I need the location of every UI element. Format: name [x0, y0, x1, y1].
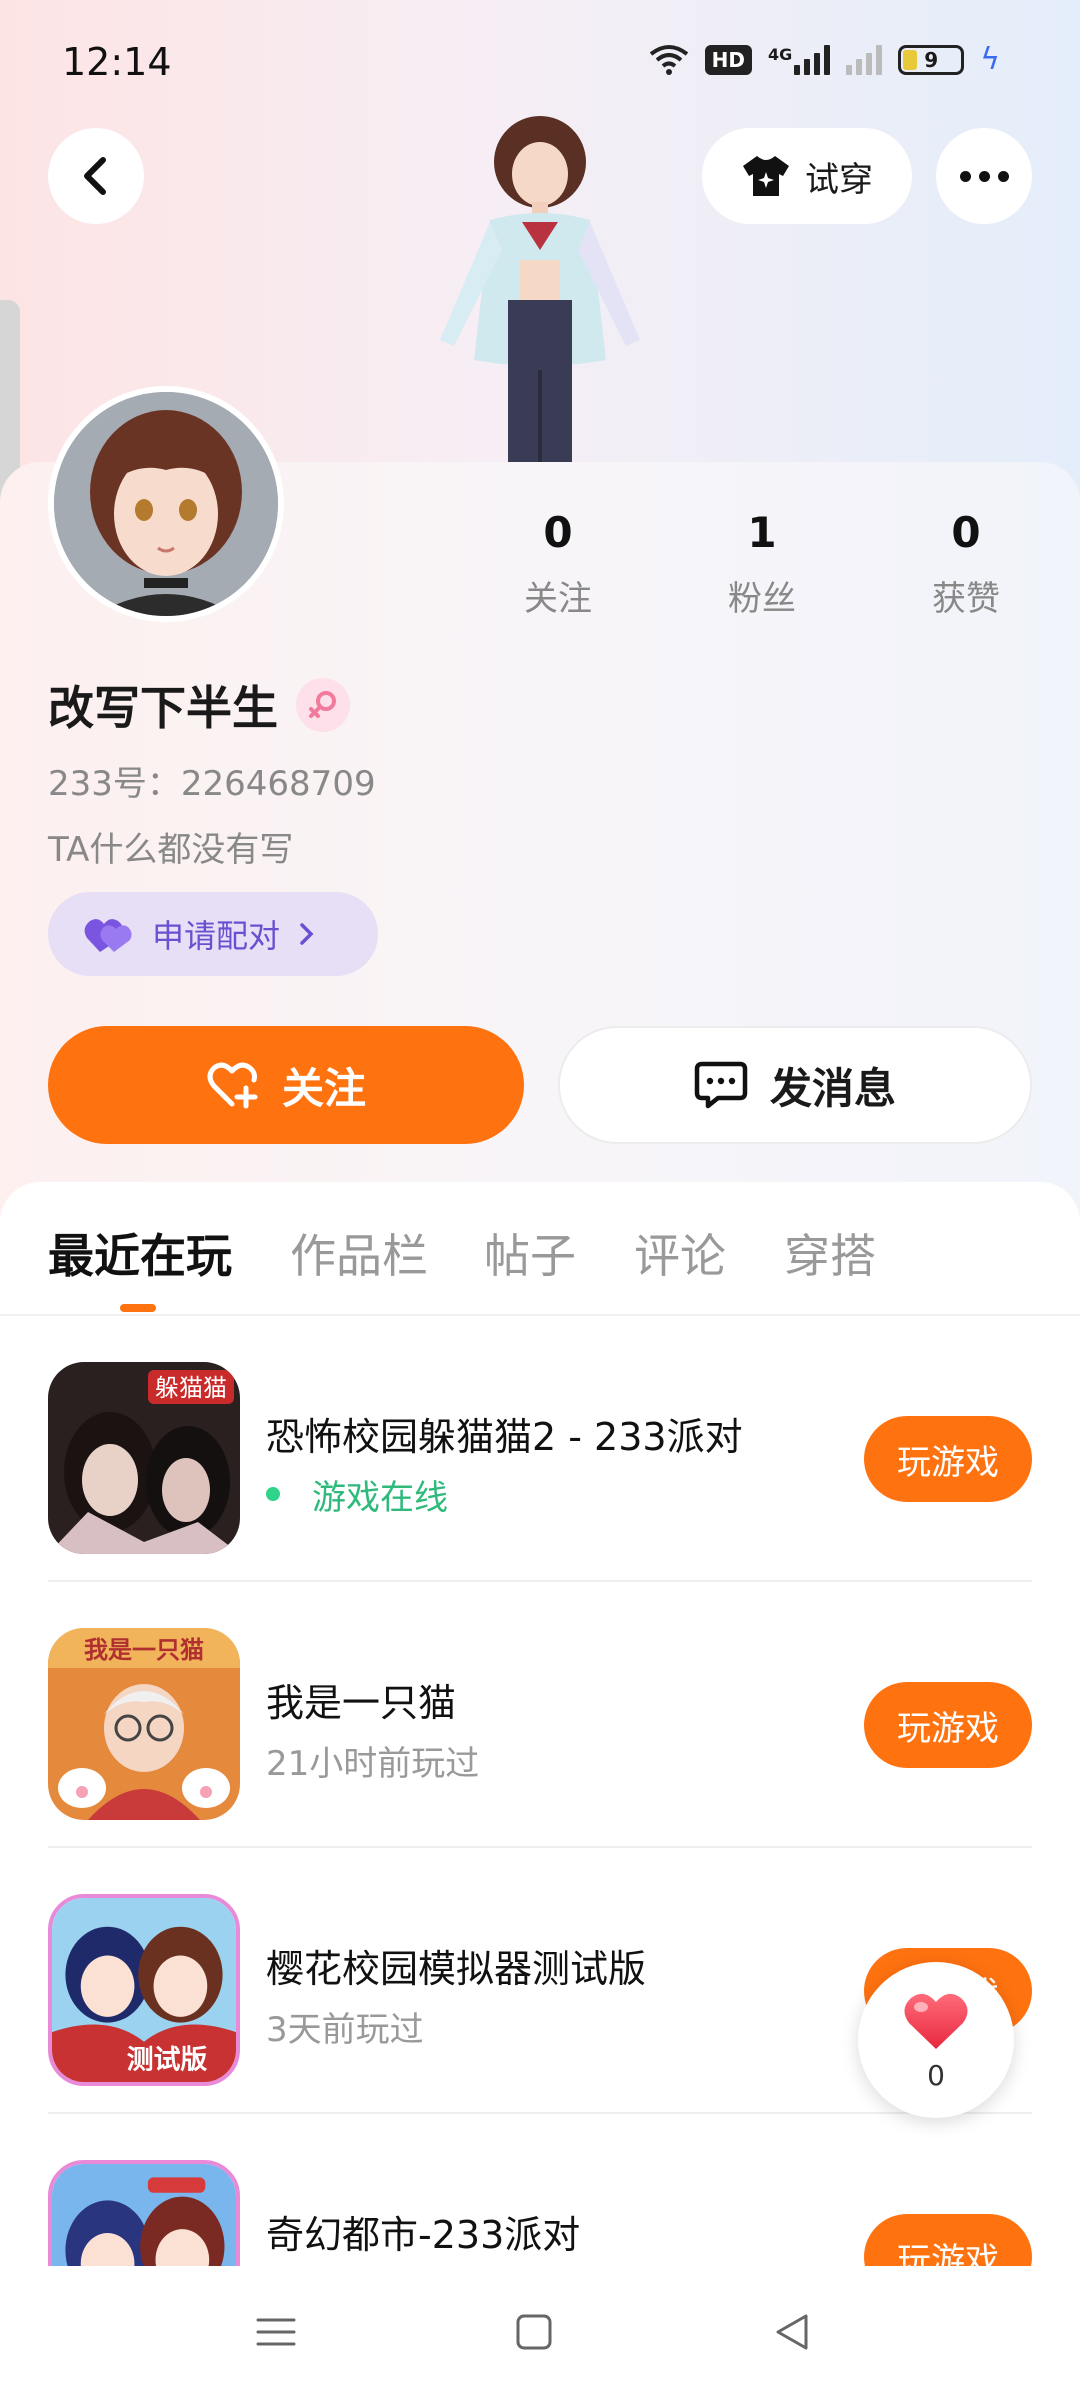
list-item[interactable]: 奇幻都市-233派对 玩游戏 [0, 2114, 1080, 2266]
status-icons: HD 4G 9 ϟ [649, 42, 1000, 77]
game-title: 恐怖校园躲猫猫2 - 233派对 [266, 1415, 743, 1459]
stat-label: 关注 [524, 579, 592, 619]
avatar-image [54, 392, 278, 616]
stat-following[interactable]: 0 关注 [478, 508, 638, 620]
status-time: 12:14 [62, 40, 172, 84]
stat-label: 粉丝 [728, 579, 796, 619]
menu-icon[interactable] [256, 2312, 296, 2352]
avatar[interactable] [48, 386, 284, 622]
play-game-button[interactable]: 玩游戏 [864, 1416, 1032, 1502]
game-title: 我是一只猫 [266, 1681, 457, 1725]
game-status: 3天前玩过 [266, 2010, 424, 2050]
tab-indicator [120, 1304, 156, 1312]
tshirt-icon [743, 156, 789, 196]
follow-label: 关注 [281, 1063, 366, 1113]
heart-icon [904, 1993, 968, 2049]
game-status: 游戏在线 [312, 1478, 448, 1518]
home-icon[interactable] [514, 2312, 554, 2352]
game-status: 21小时前玩过 [266, 1744, 480, 1784]
game-title: 奇幻都市-233派对 [266, 2213, 581, 2257]
stat-likes[interactable]: 0 获赞 [886, 508, 1046, 620]
tab-posts[interactable]: 帖子 [484, 1220, 576, 1286]
game-icon: 测试版 [48, 1894, 240, 2086]
try-on-button[interactable]: 试穿 [702, 128, 912, 224]
game-icon-text: 测试版 [127, 2045, 208, 2076]
try-on-label: 试穿 [805, 159, 873, 200]
online-dot [266, 1487, 280, 1501]
username-row: 改写下半生 [48, 672, 350, 738]
game-icon: 躲猫猫 [48, 1362, 240, 1554]
like-count: 0 [927, 2058, 945, 2092]
game-icon: 我是一只猫 [48, 1628, 240, 1820]
avatar-3d-character [440, 116, 640, 465]
list-item[interactable]: 我是一只猫 我是一只猫 21小时前玩过 玩游戏 [0, 1582, 1080, 1848]
more-button[interactable] [936, 128, 1032, 224]
play-game-button[interactable]: 玩游戏 [864, 1682, 1032, 1768]
battery-icon: 9 [898, 44, 965, 75]
female-icon [296, 678, 350, 732]
profile-tabs: 最近在玩 作品栏 帖子 评论 穿搭 [0, 1220, 1080, 1314]
heart-plus-icon [207, 1062, 258, 1109]
stat-value: 1 [747, 508, 777, 557]
back-icon[interactable] [772, 2312, 812, 2352]
game-icon [48, 2160, 240, 2266]
pair-request-button[interactable]: 申请配对 [48, 892, 378, 976]
signal-icon [794, 44, 831, 75]
tab-outfits[interactable]: 穿搭 [784, 1220, 876, 1286]
tab-works[interactable]: 作品栏 [290, 1220, 428, 1286]
back-arrow-icon [84, 157, 106, 195]
user-bio: TA什么都没有写 [48, 830, 294, 870]
battery-level: 9 [924, 47, 939, 72]
message-label: 发消息 [769, 1063, 896, 1113]
more-icon [959, 170, 971, 182]
list-item[interactable]: 躲猫猫 恐怖校园躲猫猫2 - 233派对 游戏在线 玩游戏 [0, 1316, 1080, 1582]
network-type: 4G [767, 44, 793, 64]
play-game-button[interactable]: 玩游戏 [864, 2214, 1032, 2266]
pair-label: 申请配对 [152, 917, 281, 955]
charging-icon: ϟ [980, 42, 1000, 77]
stat-label: 获赞 [932, 579, 1000, 619]
username: 改写下半生 [48, 681, 278, 735]
stat-followers[interactable]: 1 粉丝 [682, 508, 842, 620]
send-message-button[interactable]: 发消息 [558, 1026, 1032, 1144]
recent-games-list: 躲猫猫 恐怖校园躲猫猫2 - 233派对 游戏在线 玩游戏 我是一只猫 我是一只… [0, 1316, 1080, 2266]
heart-pair-icon [84, 919, 132, 952]
like-float-button[interactable]: 0 [858, 1962, 1014, 2118]
stat-value: 0 [951, 508, 981, 557]
chevron-right-icon [300, 923, 314, 945]
tab-comments[interactable]: 评论 [634, 1220, 726, 1286]
game-icon-text: 我是一只猫 [84, 1636, 204, 1664]
game-icon-text: 躲猫猫 [155, 1374, 227, 1402]
follow-button[interactable]: 关注 [48, 1026, 524, 1144]
system-nav-bar [0, 2266, 1080, 2400]
tab-recent-played[interactable]: 最近在玩 [48, 1220, 232, 1286]
status-bar: 12:14 HD 4G 9 ϟ [0, 0, 1080, 120]
wifi-icon [649, 44, 688, 75]
signal-icon [846, 44, 883, 75]
stat-value: 0 [543, 508, 573, 557]
game-title: 樱花校园模拟器测试版 [266, 1947, 647, 1991]
user-id: 233号：226468709 [48, 764, 376, 804]
chat-bubble-icon [694, 1061, 748, 1109]
back-button[interactable] [48, 128, 144, 224]
hd-icon: HD [704, 44, 752, 75]
